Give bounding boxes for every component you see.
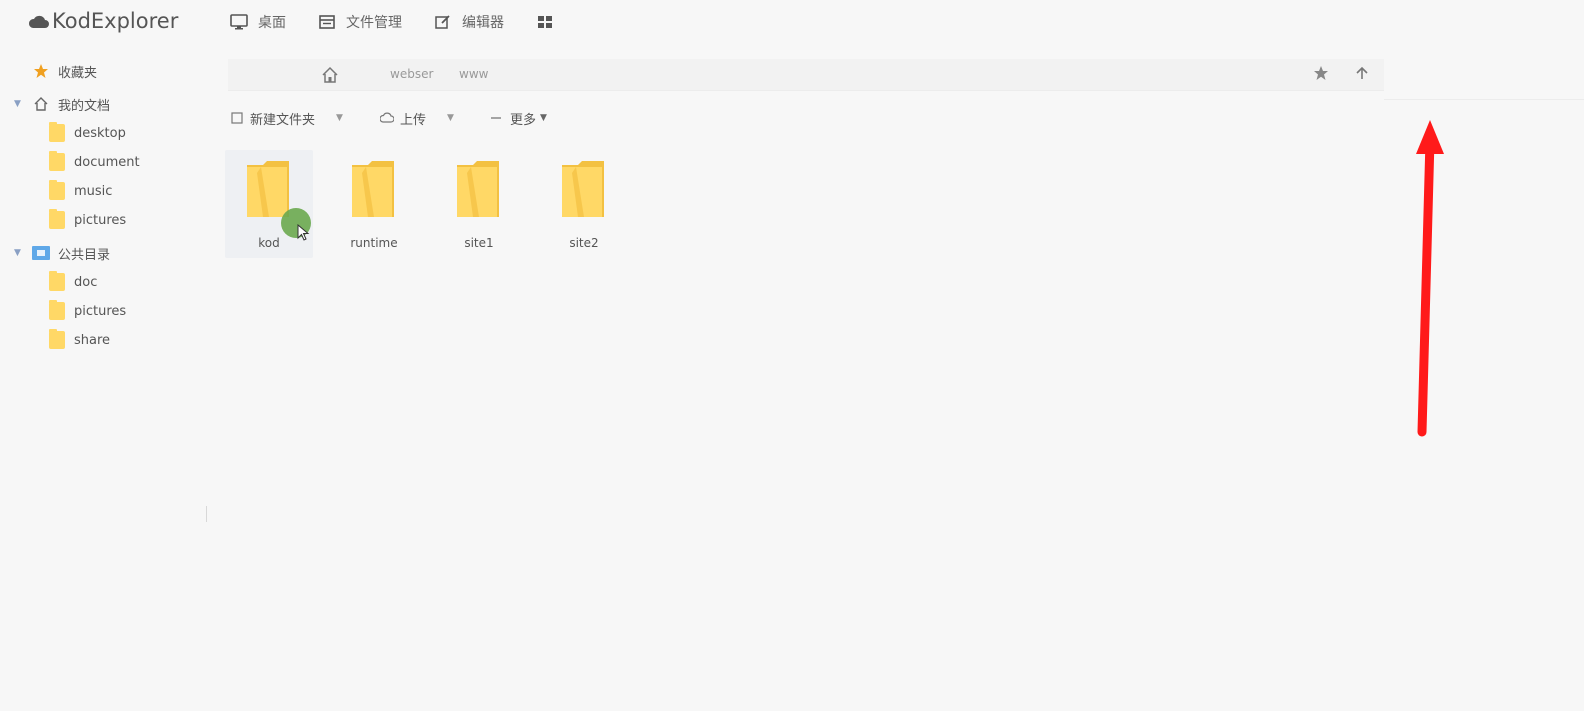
folder-icon	[48, 329, 66, 349]
star-icon	[32, 63, 50, 79]
sidebar-item-my-docs[interactable]: ▼ 我的文档	[14, 92, 110, 116]
star-icon[interactable]	[1313, 65, 1331, 83]
file-name: runtime	[350, 236, 398, 250]
sidebar-item-label: music	[74, 183, 113, 199]
chevron-down-icon[interactable]: ▼	[14, 248, 26, 258]
address-bar: webser www	[228, 59, 1384, 91]
breadcrumb-webser[interactable]: webser	[390, 67, 433, 81]
chevron-down-icon: ▼	[540, 113, 547, 123]
folder-icon	[48, 209, 66, 229]
file-name: kod	[258, 236, 280, 250]
logo[interactable]: KodExplorer	[28, 9, 178, 33]
header: KodExplorer 桌面 文件管理 编辑器	[0, 0, 1584, 44]
sidebar-item-share[interactable]: share	[48, 328, 110, 352]
new-folder-label: 新建文件夹	[250, 112, 316, 128]
sidebar-item-label: doc	[74, 274, 98, 290]
folder-icon	[48, 271, 66, 291]
folder-icon	[48, 300, 66, 320]
folder-icon	[562, 161, 604, 217]
top-navigation: 桌面 文件管理 编辑器	[230, 10, 596, 34]
folder-icon	[48, 180, 66, 200]
grid-apps-icon	[536, 13, 554, 31]
folder-icon	[457, 161, 499, 217]
folder-icon	[48, 122, 66, 142]
sidebar-item-doc[interactable]: doc	[48, 270, 97, 294]
file-item-kod[interactable]: kod	[225, 150, 313, 258]
nav-desktop-label: 桌面	[258, 15, 286, 31]
upload-button[interactable]: 上传	[380, 106, 426, 130]
public-folder-icon	[32, 245, 50, 261]
home-icon	[32, 96, 50, 112]
sidebar-item-public-pictures[interactable]: pictures	[48, 299, 126, 323]
arrow-up-icon[interactable]	[1354, 65, 1372, 83]
sidebar-item-desktop[interactable]: desktop	[48, 121, 126, 145]
app-title: KodExplorer	[52, 9, 179, 33]
new-folder-icon	[230, 111, 244, 125]
file-item-site1[interactable]: site1	[435, 150, 523, 258]
more-label: 更多	[510, 112, 537, 128]
sidebar-item-label: share	[74, 332, 111, 348]
folder-icon	[352, 161, 394, 217]
breadcrumb-www[interactable]: www	[459, 67, 488, 81]
app-window: KodExplorer 桌面 文件管理 编辑器 收藏夹 ▼ 我的文档 deskt…	[0, 0, 1584, 711]
sidebar-item-pictures[interactable]: pictures	[48, 208, 126, 232]
sidebar-resize-handle[interactable]	[206, 506, 207, 522]
divider	[1384, 99, 1584, 100]
sidebar-item-label: 公共目录	[58, 247, 111, 263]
file-name: site1	[464, 236, 494, 250]
chevron-down-icon[interactable]: ▼	[14, 99, 26, 109]
desktop-monitor-icon	[230, 13, 248, 31]
sidebar-item-label: 我的文档	[58, 98, 111, 114]
nav-desktop[interactable]: 桌面	[230, 10, 286, 34]
cloud-icon	[28, 15, 49, 28]
nav-editor-label: 编辑器	[462, 15, 504, 31]
sidebar-item-label: 收藏夹	[58, 65, 98, 81]
sidebar-item-label: pictures	[74, 212, 127, 228]
sidebar-item-favorites[interactable]: 收藏夹	[14, 59, 97, 83]
new-folder-dropdown[interactable]: ▼	[336, 106, 343, 130]
sidebar-item-public[interactable]: ▼ 公共目录	[14, 241, 110, 265]
nav-editor[interactable]: 编辑器	[434, 10, 504, 34]
cloud-upload-icon	[380, 111, 394, 125]
file-name: site2	[569, 236, 599, 250]
sidebar-item-label: desktop	[74, 125, 126, 141]
file-manager-icon	[318, 13, 336, 31]
upload-dropdown[interactable]: ▼	[447, 106, 454, 130]
nav-apps[interactable]	[536, 10, 564, 34]
home-icon[interactable]	[321, 66, 339, 84]
sidebar-item-music[interactable]: music	[48, 179, 112, 203]
upload-label: 上传	[400, 112, 427, 128]
sidebar-item-label: document	[74, 154, 140, 170]
nav-file-manager[interactable]: 文件管理	[318, 10, 402, 34]
new-folder-button[interactable]: 新建文件夹	[230, 106, 315, 130]
sidebar-item-document[interactable]: document	[48, 150, 140, 174]
file-item-site2[interactable]: site2	[540, 150, 628, 258]
annotation-arrow-icon	[1416, 120, 1444, 437]
folder-icon	[48, 151, 66, 171]
nav-file-manager-label: 文件管理	[346, 15, 402, 31]
more-arrow-icon	[490, 111, 504, 125]
file-item-runtime[interactable]: runtime	[330, 150, 418, 258]
editor-pen-icon	[434, 13, 452, 31]
sidebar-item-label: pictures	[74, 303, 127, 319]
more-button[interactable]: 更多 ▼	[490, 106, 547, 130]
